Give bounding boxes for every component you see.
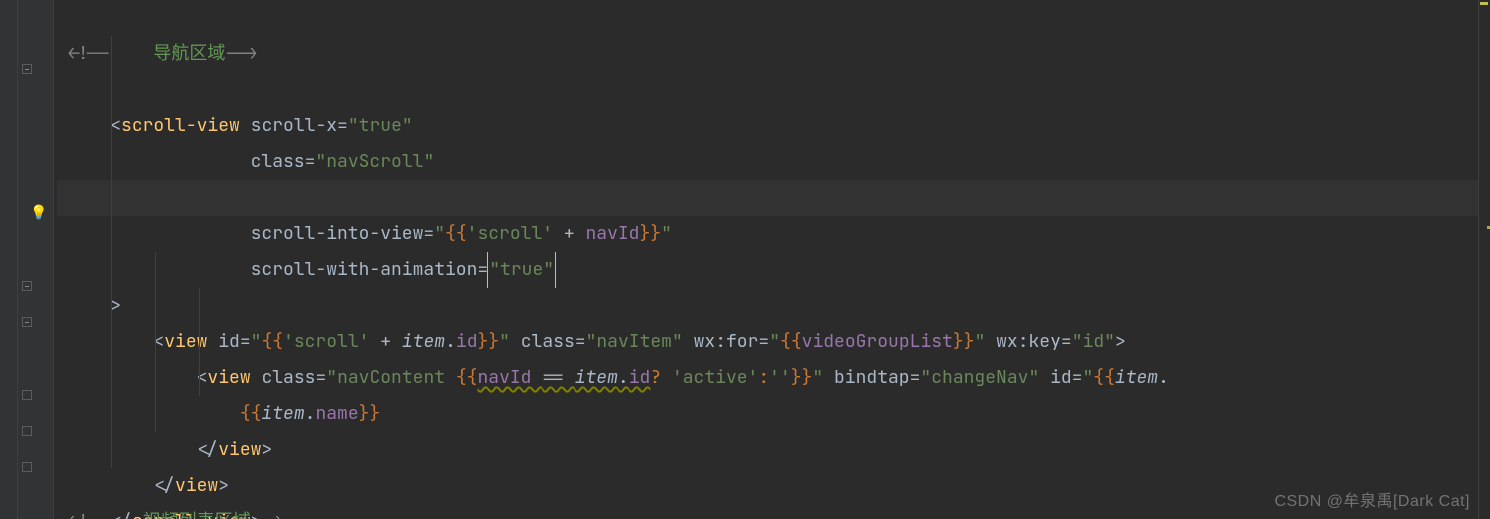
code-line-active[interactable]: scroll-with-animation="true" bbox=[57, 180, 1490, 216]
code-line[interactable]: enable-flex="true" bbox=[57, 108, 1490, 144]
code-line[interactable]: {{item.name}} bbox=[57, 324, 1490, 360]
code-line[interactable]: </view> bbox=[57, 396, 1490, 432]
code-line[interactable]: <!-- 视频列表区域--> bbox=[57, 468, 1490, 504]
code-line[interactable]: <view id="{{'scroll' + item.id}}" class=… bbox=[57, 252, 1490, 288]
fold-end-icon[interactable] bbox=[22, 462, 32, 472]
comment-text: 视频列表区域 bbox=[110, 510, 250, 519]
lightbulb-icon[interactable]: 💡 bbox=[30, 204, 47, 222]
code-line[interactable]: <!-- 导航区域--> bbox=[57, 0, 1490, 36]
code-line[interactable]: class="navScroll" bbox=[57, 72, 1490, 108]
fold-region-icon[interactable] bbox=[22, 281, 32, 291]
code-editor[interactable]: 💡 <!-- 导航区域--> <scroll-view scroll-x="tr… bbox=[0, 0, 1490, 519]
code-line[interactable]: </scroll-view> bbox=[57, 432, 1490, 468]
minimap-warning-marker bbox=[1480, 2, 1488, 5]
minimap-scrollbar[interactable] bbox=[1478, 0, 1490, 519]
fold-region-icon[interactable] bbox=[22, 317, 32, 327]
fold-end-icon[interactable] bbox=[22, 426, 32, 436]
comment-open: <!-- bbox=[67, 510, 110, 519]
fold-end-icon[interactable] bbox=[22, 390, 32, 400]
code-line[interactable]: </view> bbox=[57, 360, 1490, 396]
fold-region-icon[interactable] bbox=[22, 64, 32, 74]
code-area[interactable]: <!-- 导航区域--> <scroll-view scroll-x="true… bbox=[57, 0, 1490, 519]
icon-gutter bbox=[18, 0, 54, 519]
code-line[interactable]: scroll-into-view="{{'scroll' + navId}}" bbox=[57, 144, 1490, 180]
code-line[interactable]: <view class="navContent {{navId == item.… bbox=[57, 288, 1490, 324]
comment-close: --> bbox=[251, 510, 283, 519]
code-line[interactable]: <scroll-view scroll-x="true" bbox=[57, 36, 1490, 72]
code-line[interactable]: > bbox=[57, 216, 1490, 252]
fold-gutter bbox=[0, 0, 18, 519]
